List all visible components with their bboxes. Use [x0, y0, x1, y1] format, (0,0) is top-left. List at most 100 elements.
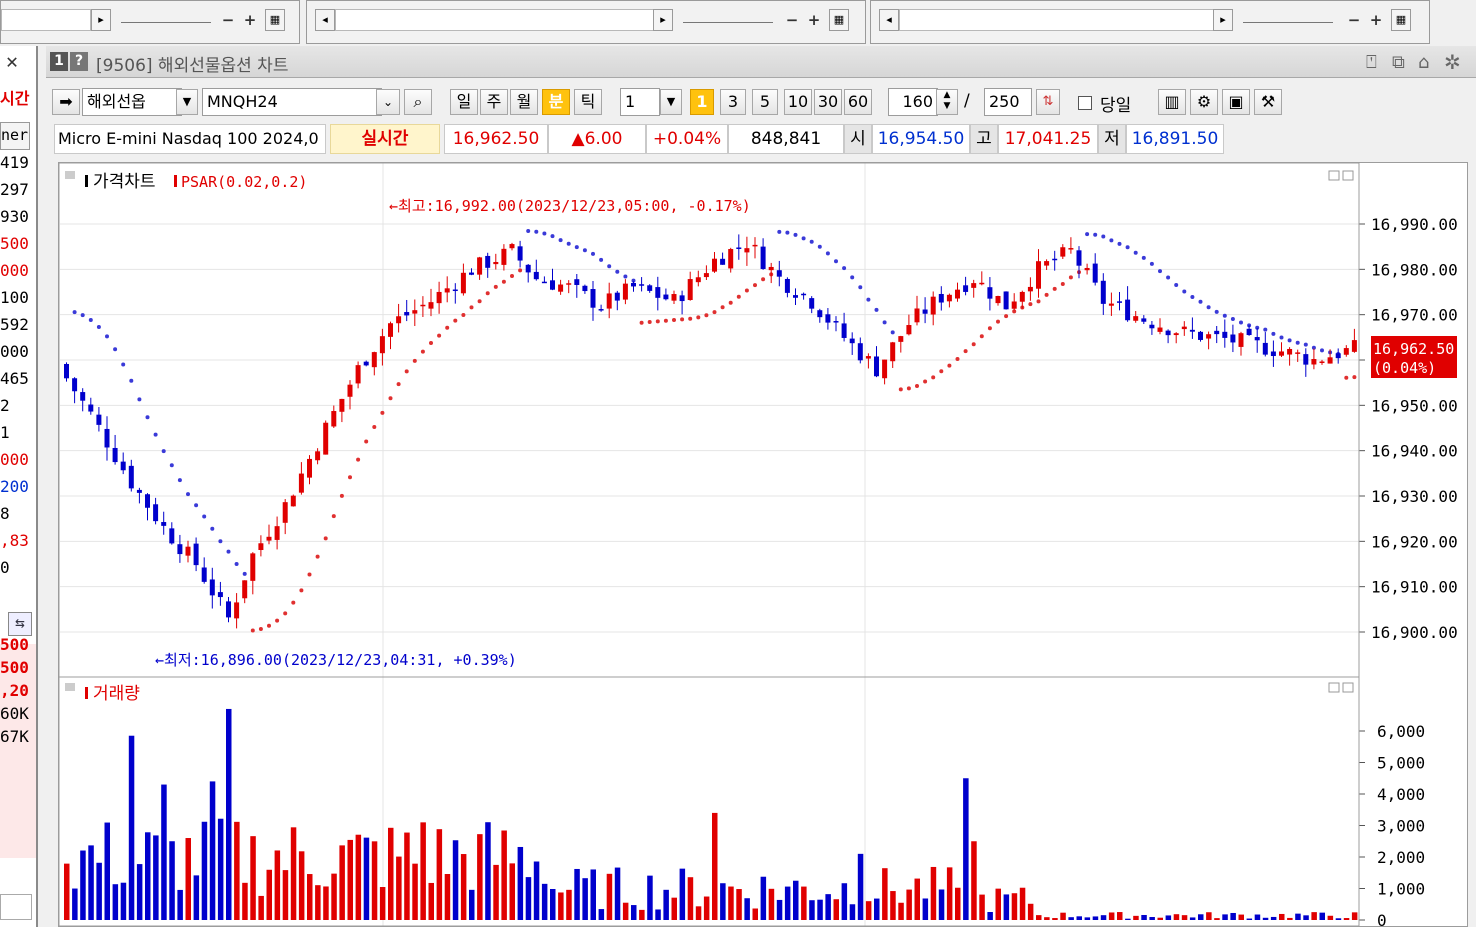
volume-bar: [153, 835, 159, 920]
volume-bar: [444, 874, 451, 920]
volume-bar: [574, 868, 580, 920]
panel-handle-icon: [65, 683, 75, 691]
zoom-out-button[interactable]: −: [1345, 9, 1363, 31]
chart-toolbar: ➡ 해외선옵 ▼ MNQH24 ⌄ ⌕ 일 주 월 분 틱 1 ▼ 1 3 5 …: [46, 88, 1476, 120]
psar-dot: [882, 320, 887, 325]
volume-bar: [1327, 915, 1334, 920]
psar-dot: [420, 349, 425, 354]
volume-bar: [841, 883, 848, 920]
save-icon[interactable]: ▣: [1222, 89, 1250, 115]
candle-body: [582, 285, 588, 292]
count-separator: /: [964, 91, 970, 111]
volume-bar: [631, 905, 637, 920]
link-arrow-icon[interactable]: ➡: [52, 89, 80, 115]
count-stepper[interactable]: ▲ ▼: [936, 89, 958, 115]
interval-dropdown-icon[interactable]: ▼: [660, 89, 682, 115]
price-volume-chart[interactable]: 16,900.00 16,910.00 16,920.00 16,930.00 16,9…: [59, 163, 1467, 926]
panel-close-icon[interactable]: ✕: [6, 51, 18, 71]
psar-dot: [1352, 375, 1357, 380]
psar-dot: [96, 325, 101, 330]
chart-type-icon[interactable]: ▥: [1158, 89, 1186, 115]
chart-settings-icon[interactable]: ▦: [1391, 9, 1411, 31]
psar-dot: [404, 369, 409, 374]
zoom-slider[interactable]: [121, 17, 211, 23]
mini-scroll-track[interactable]: [335, 9, 655, 31]
zoom-in-button[interactable]: +: [805, 9, 823, 31]
scroll-right-button[interactable]: ▸: [653, 9, 673, 31]
price-panel-close-icon[interactable]: [1342, 170, 1354, 181]
candle-body: [1011, 301, 1017, 309]
scroll-left-button[interactable]: ◂: [315, 9, 335, 31]
psar-dot: [348, 475, 352, 480]
market-select[interactable]: 해외선옵: [82, 88, 182, 116]
period-day[interactable]: 일: [450, 89, 478, 115]
volume-panel-close-icon[interactable]: [1342, 682, 1354, 693]
candle-body: [436, 291, 442, 304]
volume-bar: [955, 887, 961, 920]
chart-settings-icon[interactable]: ▦: [829, 9, 849, 31]
volume-bar: [120, 882, 127, 920]
memo-icon[interactable]: ⍞: [1366, 52, 1377, 73]
window-number-badge[interactable]: 1: [50, 52, 68, 71]
candle-body: [517, 246, 523, 261]
settings-icon[interactable]: ⚙: [1190, 89, 1218, 115]
period-week[interactable]: 주: [480, 89, 508, 115]
candle-body: [242, 580, 248, 599]
help-badge[interactable]: ?: [70, 52, 88, 71]
zoom-in-button[interactable]: +: [241, 9, 259, 31]
chart-settings-icon[interactable]: ▦: [265, 9, 285, 31]
zoom-slider[interactable]: [683, 17, 773, 23]
panel-input[interactable]: [0, 894, 32, 920]
candle-body: [509, 244, 515, 249]
interval-30[interactable]: 30: [814, 89, 842, 115]
market-dropdown-icon[interactable]: ▼: [176, 89, 198, 115]
interval-input[interactable]: 1: [620, 88, 660, 116]
volume-bar: [1165, 915, 1172, 920]
interval-3[interactable]: 3: [720, 89, 746, 115]
zoom-out-button[interactable]: −: [219, 9, 237, 31]
volume-bar: [801, 886, 807, 920]
tools-icon[interactable]: ⚒: [1254, 89, 1282, 115]
swap-icon[interactable]: ⇆: [8, 612, 32, 636]
zoom-in-button[interactable]: +: [1367, 9, 1385, 31]
mini-scroll-track[interactable]: [1, 9, 91, 31]
copy-window-icon[interactable]: ⧉: [1392, 52, 1405, 73]
display-count-input[interactable]: 160: [888, 88, 938, 116]
zoom-out-button[interactable]: −: [783, 9, 801, 31]
panel-header: 시간: [0, 89, 30, 108]
candle-body: [477, 257, 483, 275]
price-panel-minimize-icon[interactable]: [1328, 170, 1340, 181]
zoom-slider[interactable]: [1243, 17, 1333, 23]
period-month[interactable]: 월: [510, 89, 538, 115]
candle-body: [217, 592, 223, 598]
interval-5[interactable]: 5: [752, 89, 778, 115]
period-minute[interactable]: 분: [542, 89, 570, 115]
chart-area[interactable]: 16,900.00 16,910.00 16,920.00 16,930.00 16,9…: [58, 162, 1468, 927]
symbol-input[interactable]: MNQH24: [202, 88, 382, 116]
candle-body: [1157, 327, 1163, 332]
volume-bar: [371, 841, 378, 920]
candle-body: [412, 310, 418, 314]
volume-panel-minimize-icon[interactable]: [1328, 682, 1340, 693]
total-count-input[interactable]: 250: [984, 88, 1032, 116]
interval-60[interactable]: 60: [844, 89, 872, 115]
psar-dot: [696, 315, 701, 320]
psar-dot: [736, 294, 741, 299]
candle-body: [955, 289, 960, 299]
search-icon[interactable]: ⌕: [404, 89, 432, 115]
camera-icon[interactable]: ⌂: [1418, 52, 1429, 73]
panel-tab[interactable]: ner: [0, 122, 30, 150]
scroll-right-button[interactable]: ▸: [91, 9, 111, 31]
today-checkbox[interactable]: [1078, 96, 1092, 110]
interval-1[interactable]: 1: [690, 89, 714, 115]
symbol-dropdown-icon[interactable]: ⌄: [376, 89, 400, 115]
period-tick[interactable]: 틱: [574, 89, 602, 115]
scroll-right-button[interactable]: ▸: [1213, 9, 1233, 31]
scroll-left-button[interactable]: ◂: [879, 9, 899, 31]
psar-dot: [485, 291, 490, 296]
mini-scroll-track[interactable]: [899, 9, 1215, 31]
candle-body: [1303, 354, 1309, 365]
gear-icon[interactable]: ✲: [1444, 50, 1461, 74]
count-apply-icon[interactable]: ⇅: [1036, 89, 1060, 115]
interval-10[interactable]: 10: [784, 89, 812, 115]
